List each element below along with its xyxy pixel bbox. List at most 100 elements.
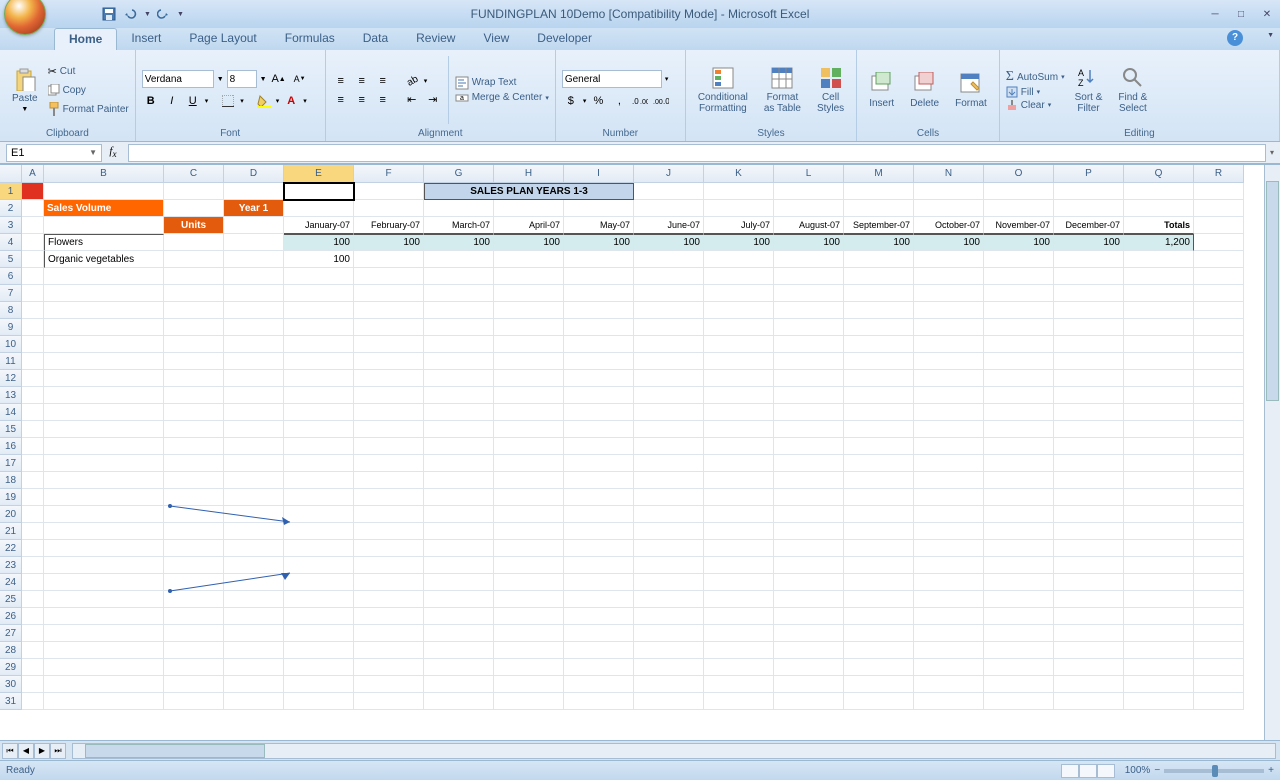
cell[interactable] xyxy=(1194,574,1244,591)
cell[interactable] xyxy=(1124,608,1194,625)
font-color-button[interactable]: A xyxy=(282,92,300,110)
cell[interactable] xyxy=(634,659,704,676)
cell[interactable] xyxy=(704,693,774,710)
cell[interactable] xyxy=(164,336,224,353)
cell[interactable] xyxy=(44,404,164,421)
cell[interactable] xyxy=(44,574,164,591)
cell[interactable] xyxy=(164,268,224,285)
cell[interactable] xyxy=(494,676,564,693)
cell[interactable] xyxy=(22,472,44,489)
cell[interactable] xyxy=(914,676,984,693)
row-header[interactable]: 6 xyxy=(0,268,22,285)
cell[interactable] xyxy=(844,591,914,608)
cell[interactable] xyxy=(774,319,844,336)
cell[interactable] xyxy=(424,200,494,217)
cell[interactable] xyxy=(634,336,704,353)
cell[interactable] xyxy=(22,370,44,387)
cell[interactable] xyxy=(224,183,284,200)
cell[interactable] xyxy=(494,642,564,659)
cell[interactable] xyxy=(224,353,284,370)
cell[interactable] xyxy=(494,523,564,540)
cell[interactable] xyxy=(1124,523,1194,540)
cell[interactable] xyxy=(224,302,284,319)
cell[interactable] xyxy=(494,455,564,472)
cell[interactable] xyxy=(224,540,284,557)
cell[interactable] xyxy=(354,523,424,540)
col-header[interactable]: I xyxy=(564,165,634,183)
cell[interactable] xyxy=(634,353,704,370)
cell[interactable] xyxy=(284,336,354,353)
cell[interactable] xyxy=(1194,336,1244,353)
cell[interactable] xyxy=(44,302,164,319)
cell[interactable] xyxy=(704,540,774,557)
cell[interactable] xyxy=(844,540,914,557)
cell[interactable] xyxy=(22,659,44,676)
cell[interactable] xyxy=(1054,404,1124,421)
cell[interactable] xyxy=(22,574,44,591)
cell[interactable] xyxy=(844,183,914,200)
cell[interactable] xyxy=(494,591,564,608)
cell[interactable] xyxy=(284,608,354,625)
cell[interactable] xyxy=(1124,676,1194,693)
cell[interactable] xyxy=(22,455,44,472)
cell[interactable] xyxy=(844,200,914,217)
cell[interactable] xyxy=(44,676,164,693)
cell[interactable] xyxy=(164,676,224,693)
cell[interactable] xyxy=(1124,268,1194,285)
cell[interactable] xyxy=(1194,540,1244,557)
cell[interactable] xyxy=(224,523,284,540)
cell[interactable] xyxy=(1124,540,1194,557)
cell[interactable] xyxy=(984,370,1054,387)
tab-nav-last[interactable]: ⏭ xyxy=(50,743,66,759)
cell[interactable] xyxy=(1124,438,1194,455)
cell[interactable] xyxy=(1124,455,1194,472)
cell[interactable] xyxy=(844,438,914,455)
cell[interactable] xyxy=(774,642,844,659)
col-header[interactable]: B xyxy=(44,165,164,183)
col-header[interactable]: O xyxy=(984,165,1054,183)
cell[interactable] xyxy=(704,353,774,370)
cell[interactable] xyxy=(494,608,564,625)
row-header[interactable]: 9 xyxy=(0,319,22,336)
cell[interactable] xyxy=(354,268,424,285)
cell[interactable] xyxy=(914,625,984,642)
cell[interactable] xyxy=(634,472,704,489)
cell[interactable] xyxy=(914,608,984,625)
cell[interactable] xyxy=(634,591,704,608)
cell[interactable] xyxy=(224,574,284,591)
row-header[interactable]: 15 xyxy=(0,421,22,438)
cell[interactable] xyxy=(564,421,634,438)
cell[interactable] xyxy=(774,268,844,285)
tab-home[interactable]: Home xyxy=(54,28,117,50)
cell[interactable] xyxy=(564,370,634,387)
cell[interactable] xyxy=(774,370,844,387)
cell[interactable] xyxy=(1054,489,1124,506)
align-middle-icon[interactable]: ≡ xyxy=(353,72,371,90)
cell[interactable] xyxy=(844,557,914,574)
cell[interactable] xyxy=(844,574,914,591)
vertical-scrollbar[interactable] xyxy=(1264,165,1280,740)
cell[interactable] xyxy=(224,506,284,523)
cell[interactable] xyxy=(844,302,914,319)
cell[interactable] xyxy=(704,200,774,217)
autosum-button[interactable]: ΣAutoSum▾ xyxy=(1006,69,1065,85)
cell[interactable] xyxy=(774,251,844,268)
row-header[interactable]: 4 xyxy=(0,234,22,251)
cell[interactable] xyxy=(22,404,44,421)
cell[interactable]: 100 xyxy=(844,234,914,251)
cell[interactable] xyxy=(1194,302,1244,319)
cell[interactable] xyxy=(984,642,1054,659)
cell[interactable] xyxy=(984,455,1054,472)
cell[interactable] xyxy=(984,540,1054,557)
cell[interactable] xyxy=(704,506,774,523)
cell[interactable] xyxy=(1194,353,1244,370)
cell[interactable] xyxy=(1124,506,1194,523)
cell[interactable] xyxy=(22,251,44,268)
cell[interactable] xyxy=(1054,319,1124,336)
cell[interactable] xyxy=(1054,200,1124,217)
cell[interactable] xyxy=(354,421,424,438)
cell[interactable] xyxy=(1194,591,1244,608)
cell[interactable] xyxy=(1054,608,1124,625)
cell[interactable] xyxy=(914,591,984,608)
cell[interactable] xyxy=(354,472,424,489)
